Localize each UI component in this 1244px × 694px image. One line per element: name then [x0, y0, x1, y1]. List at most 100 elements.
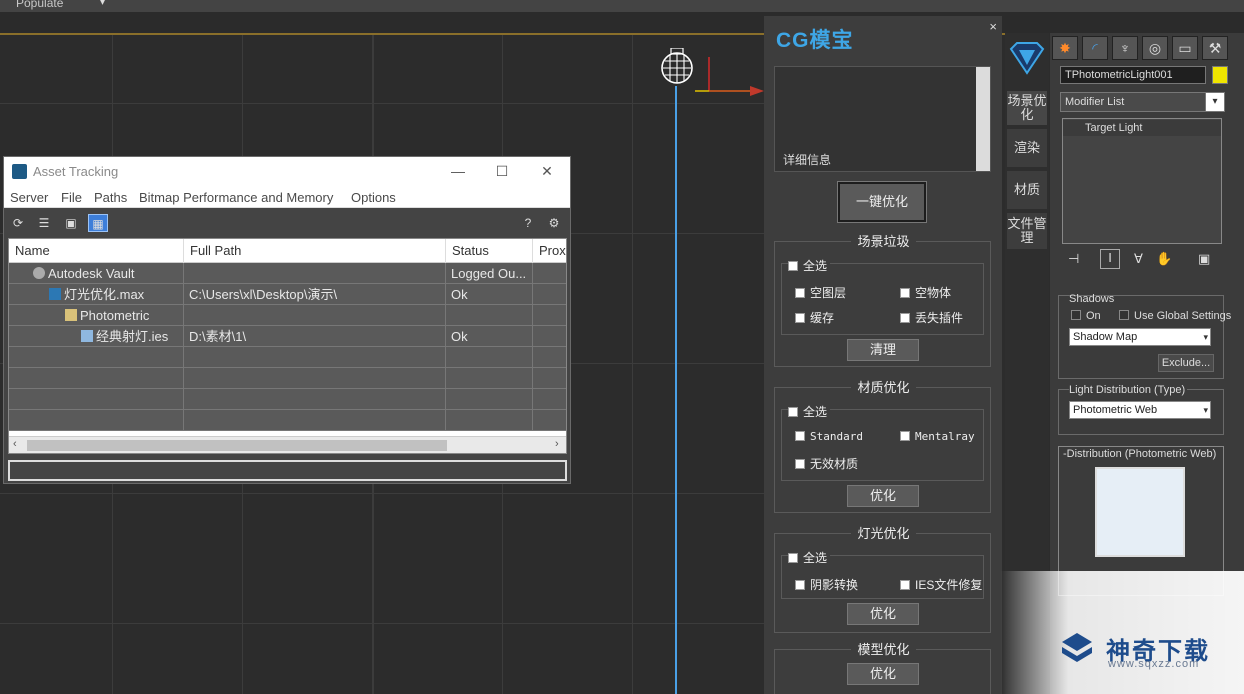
scroll-right-icon[interactable]: › [555, 438, 559, 450]
cg-mobao-panel: CG模宝 × 详细信息 一键优化 场景垃圾 全选 空图层 空物体 缓存 丢失插件… [764, 16, 1002, 694]
asset-menu-bar: Server File Paths Bitmap Performance and… [4, 186, 570, 208]
show-end-result-icon[interactable]: I [1100, 249, 1120, 269]
grid-line [632, 35, 633, 694]
shadow-type-dropdown[interactable]: Shadow Map ▾ [1069, 328, 1211, 346]
scene-cleanup-section: 场景垃圾 全选 空图层 空物体 缓存 丢失插件 清理 [774, 234, 991, 367]
scrollbar-thumb[interactable] [27, 440, 447, 451]
object-color-swatch[interactable] [1212, 66, 1228, 84]
one-key-optimize-button[interactable]: 一键优化 [837, 181, 927, 223]
shadows-title: Shadows [1069, 293, 1115, 305]
modifier-stack[interactable]: Target Light [1062, 118, 1222, 244]
mentalray-checkbox[interactable]: Mentalray [900, 430, 975, 443]
missing-plugin-checkbox[interactable]: 丢失插件 [900, 309, 963, 326]
close-icon[interactable]: × [989, 19, 997, 34]
configure-modifier-sets-icon[interactable]: ▣ [1198, 251, 1210, 267]
minimize-button[interactable]: — [441, 161, 475, 181]
chevron-down-icon: ▾ [1203, 405, 1208, 415]
empty-object-checkbox[interactable]: 空物体 [900, 284, 951, 301]
modifier-list-dropdown[interactable]: Modifier List [1060, 92, 1224, 112]
tree-view-icon[interactable]: ▣ [61, 214, 81, 232]
display-tab-icon[interactable]: ▭ [1172, 36, 1198, 60]
object-name-field[interactable]: TPhotometricLight001 [1060, 66, 1206, 84]
light-distribution-rollout: Light Distribution (Type) Photometric We… [1058, 384, 1224, 435]
create-tab-icon[interactable]: ✸ [1052, 36, 1078, 60]
watermark-url: www.sqxzz.com [1108, 658, 1200, 670]
table-row[interactable]: Photometric [9, 305, 566, 326]
row-status: Logged Ou... [446, 263, 533, 284]
list-view-icon[interactable]: ☰ [34, 214, 54, 232]
exclude-button[interactable]: Exclude... [1158, 354, 1214, 372]
column-name[interactable]: Name [9, 239, 184, 263]
model-optimize-button[interactable]: 优化 [847, 663, 919, 685]
tab-material[interactable]: 材质 [1007, 171, 1047, 209]
detail-info-label: 详细信息 [783, 153, 832, 167]
cache-checkbox[interactable]: 缓存 [795, 309, 834, 326]
distribution-type-dropdown[interactable]: Photometric Web ▾ [1069, 401, 1211, 419]
tab-render[interactable]: 渲染 [1007, 129, 1047, 167]
empty-layer-checkbox[interactable]: 空图层 [795, 284, 846, 301]
table-row[interactable]: 经典射灯.ies D:\素材\1\ Ok [9, 326, 566, 347]
invalid-material-checkbox[interactable]: 无效材质 [795, 455, 858, 472]
scroll-left-icon[interactable]: ‹ [13, 438, 17, 450]
populate-dropdown-icon[interactable]: ▾ [100, 0, 122, 9]
column-status[interactable]: Status [446, 239, 533, 263]
refresh-icon[interactable]: ⟳ [8, 214, 28, 232]
maximize-button[interactable]: ☐ [485, 161, 519, 181]
photometric-light-icon[interactable] [659, 48, 695, 84]
stack-item-target-light[interactable]: Target Light [1063, 120, 1221, 136]
hierarchy-tab-icon[interactable]: ♆ [1112, 36, 1138, 60]
shadows-on-checkbox[interactable]: On [1071, 310, 1101, 322]
ies-fix-checkbox[interactable]: IES文件修复 [900, 576, 982, 593]
detail-scrollbar[interactable] [976, 67, 990, 171]
make-unique-icon[interactable]: ∀ [1134, 251, 1143, 267]
distribution-web-title[interactable]: -Distribution (Photometric Web) [1063, 448, 1216, 460]
utilities-tab-icon[interactable]: ⚒ [1202, 36, 1228, 60]
modify-tab-icon[interactable]: ◜ [1082, 36, 1108, 60]
column-full-path[interactable]: Full Path [184, 239, 446, 263]
watermark-logo-icon [1062, 633, 1092, 662]
tab-scene-optimize[interactable]: 场景优化 [1007, 91, 1047, 125]
cleanup-button[interactable]: 清理 [847, 339, 919, 361]
scene-options-box: 全选 空图层 空物体 缓存 丢失插件 [781, 257, 984, 335]
tab-file-manage[interactable]: 文件管理 [1007, 213, 1047, 249]
column-proxy[interactable]: Prox [533, 239, 566, 263]
populate-tab[interactable]: Populate [16, 0, 63, 10]
move-gizmo-icon[interactable] [690, 55, 770, 105]
web-distribution-preview[interactable] [1095, 467, 1185, 557]
material-select-all-checkbox[interactable]: 全选 [788, 403, 831, 420]
material-optimize-button[interactable]: 优化 [847, 485, 919, 507]
asset-status-field[interactable] [8, 460, 567, 481]
use-global-settings-checkbox[interactable]: Use Global Settings [1119, 310, 1231, 322]
light-optimize-button[interactable]: 优化 [847, 603, 919, 625]
remove-modifier-icon[interactable]: ✋ [1156, 251, 1172, 267]
asset-tracking-window[interactable]: Asset Tracking — ☐ ✕ Server File Paths B… [3, 156, 571, 484]
table-view-icon[interactable]: ▦ [88, 214, 108, 232]
menu-options[interactable]: Options [351, 190, 396, 205]
menu-paths[interactable]: Paths [94, 190, 127, 205]
table-row[interactable]: 灯光优化.max C:\Users\xl\Desktop\演示\ Ok [9, 284, 566, 305]
asset-tracking-titlebar[interactable]: Asset Tracking — ☐ ✕ [4, 157, 570, 186]
chevron-down-icon[interactable]: ▾ [1205, 92, 1225, 112]
row-name: Photometric [80, 308, 150, 323]
row-proxy [533, 326, 566, 347]
row-status: Ok [446, 284, 533, 305]
settings-help-icon[interactable]: ⚙ [544, 214, 564, 232]
motion-tab-icon[interactable]: ◎ [1142, 36, 1168, 60]
max-file-icon [49, 288, 61, 300]
light-select-all-checkbox[interactable]: 全选 [788, 549, 831, 566]
table-row[interactable]: Autodesk Vault Logged Ou... [9, 263, 566, 284]
detail-info-box[interactable]: 详细信息 [774, 66, 991, 172]
asset-table[interactable]: Name Full Path Status Prox Autodesk Vaul… [8, 238, 567, 454]
light-options-box: 全选 阴影转换 IES文件修复 [781, 549, 984, 599]
close-button[interactable]: ✕ [530, 161, 564, 181]
menu-file[interactable]: File [61, 190, 82, 205]
menu-server[interactable]: Server [10, 190, 48, 205]
shadow-convert-checkbox[interactable]: 阴影转换 [795, 576, 858, 593]
scene-select-all-checkbox[interactable]: 全选 [788, 257, 831, 274]
standard-checkbox[interactable]: Standard [795, 430, 863, 443]
pin-stack-icon[interactable]: ⊣ [1068, 251, 1079, 267]
3dsmax-app-icon [12, 164, 27, 179]
menu-bitmap-performance[interactable]: Bitmap Performance and Memory [139, 190, 333, 205]
horizontal-scrollbar[interactable]: ‹ › [9, 436, 566, 453]
help-icon[interactable]: ? [518, 214, 538, 232]
